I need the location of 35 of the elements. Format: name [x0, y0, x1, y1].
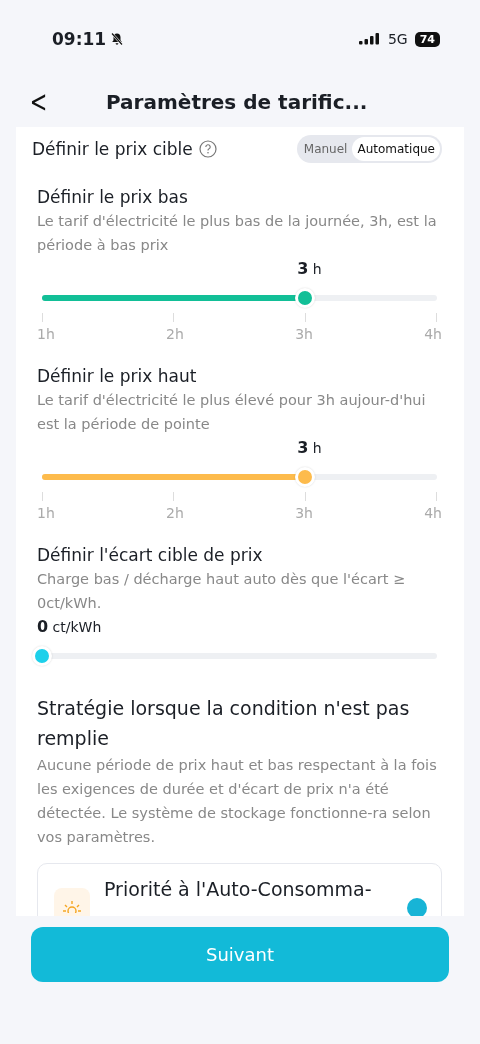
section-description: Charge bas / décharge haut auto dès que l'écart ≥ 0ct/kWh.: [37, 570, 407, 613]
slider-value: 3 h: [297, 259, 322, 278]
sun-icon: [54, 888, 90, 916]
tick-label: 1h: [37, 326, 55, 342]
tick-label: 3h: [295, 326, 313, 342]
mode-option[interactable]: Automatique: [352, 137, 440, 161]
section-title: Définir le prix bas: [37, 186, 189, 209]
battery-icon: 74: [414, 31, 440, 47]
section-title: Stratégie lorsque la condition n'est pas remplie: [37, 696, 411, 751]
tick-label: 3h: [295, 505, 313, 521]
tick-label: 2h: [166, 326, 184, 342]
slider-thumb[interactable]: [295, 467, 316, 487]
section-description: Le tarif d'électricité le plus bas de la journée, 3h, est la période à bas prix: [37, 212, 438, 255]
clock-time: 09:11: [52, 29, 107, 49]
tick-label: 4h: [424, 326, 442, 342]
tick-label: 2h: [166, 505, 184, 521]
slider-value: 0 ct/kWh: [37, 617, 102, 636]
mode-option[interactable]: Manuel: [298, 137, 353, 161]
signal-icon: [358, 32, 381, 46]
slider-thumb[interactable]: [295, 288, 316, 308]
slider-thumb[interactable]: [32, 646, 52, 666]
option-label: Priorité à l'Auto-Consomma-: [104, 878, 373, 900]
muted-bell-icon: [110, 32, 125, 46]
tick-label: 1h: [37, 505, 55, 521]
tick-label: 4h: [424, 505, 442, 521]
slider-value: 3 h: [297, 438, 322, 457]
section-title: Définir le prix haut: [37, 365, 198, 388]
network-label: 5G: [387, 31, 408, 47]
page-title: Paramètres de tarific...: [106, 90, 368, 114]
section-description: Le tarif d'électricité le plus élevé pour 3h aujour-d'hui est la période de pointe: [37, 391, 427, 434]
target-label: Définir le prix cible: [32, 139, 193, 159]
section-title: Définir l'écart cible de prix: [37, 544, 264, 567]
back-button[interactable]: <: [25, 84, 52, 120]
section-description: Aucune période de prix haut et bas respectant à la fois les exigences de durée et d'écart de prix n'a été détectée. Le système de stockage fonctionne-ra selon vos paramètres.: [37, 756, 438, 847]
help-icon[interactable]: [198, 140, 217, 158]
